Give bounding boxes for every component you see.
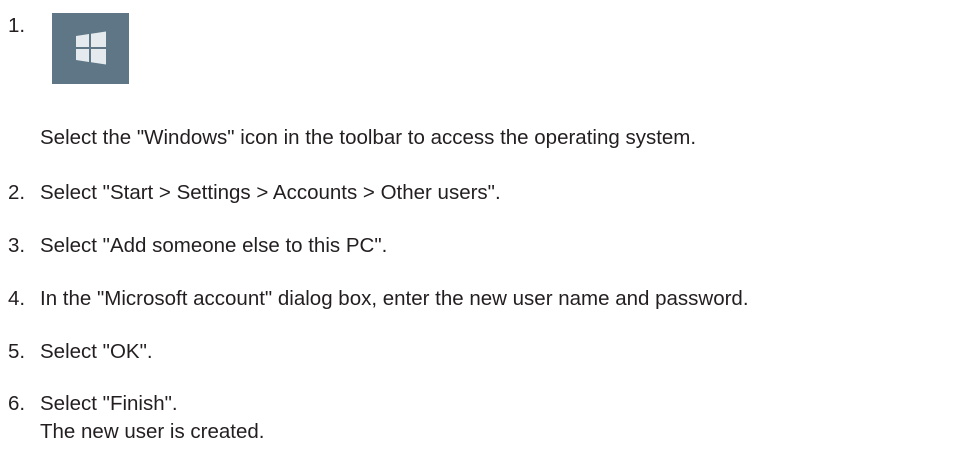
step-4-text: In the "Microsoft account" dialog box, e… — [40, 287, 749, 310]
step-1-number: 1. — [8, 14, 26, 37]
step-5-text: Select "OK". — [40, 340, 153, 363]
step-6-text: Select "Finish". — [40, 392, 178, 415]
step-6-result: The new user is created. — [40, 420, 265, 443]
step-2-number: 2. — [8, 181, 26, 204]
step-1-text: Select the "Windows" icon in the toolbar… — [40, 126, 697, 149]
step-4-number: 4. — [8, 287, 26, 310]
windows-logo-icon — [52, 13, 129, 84]
step-6-number: 6. — [8, 392, 26, 415]
step-3-number: 3. — [8, 234, 26, 257]
step-list: 1. Select the "Windows" icon in the tool… — [0, 0, 977, 450]
step-3-text: Select "Add someone else to this PC". — [40, 234, 388, 257]
step-2-text: Select "Start > Settings > Accounts > Ot… — [40, 181, 501, 204]
step-5-number: 5. — [8, 340, 26, 363]
